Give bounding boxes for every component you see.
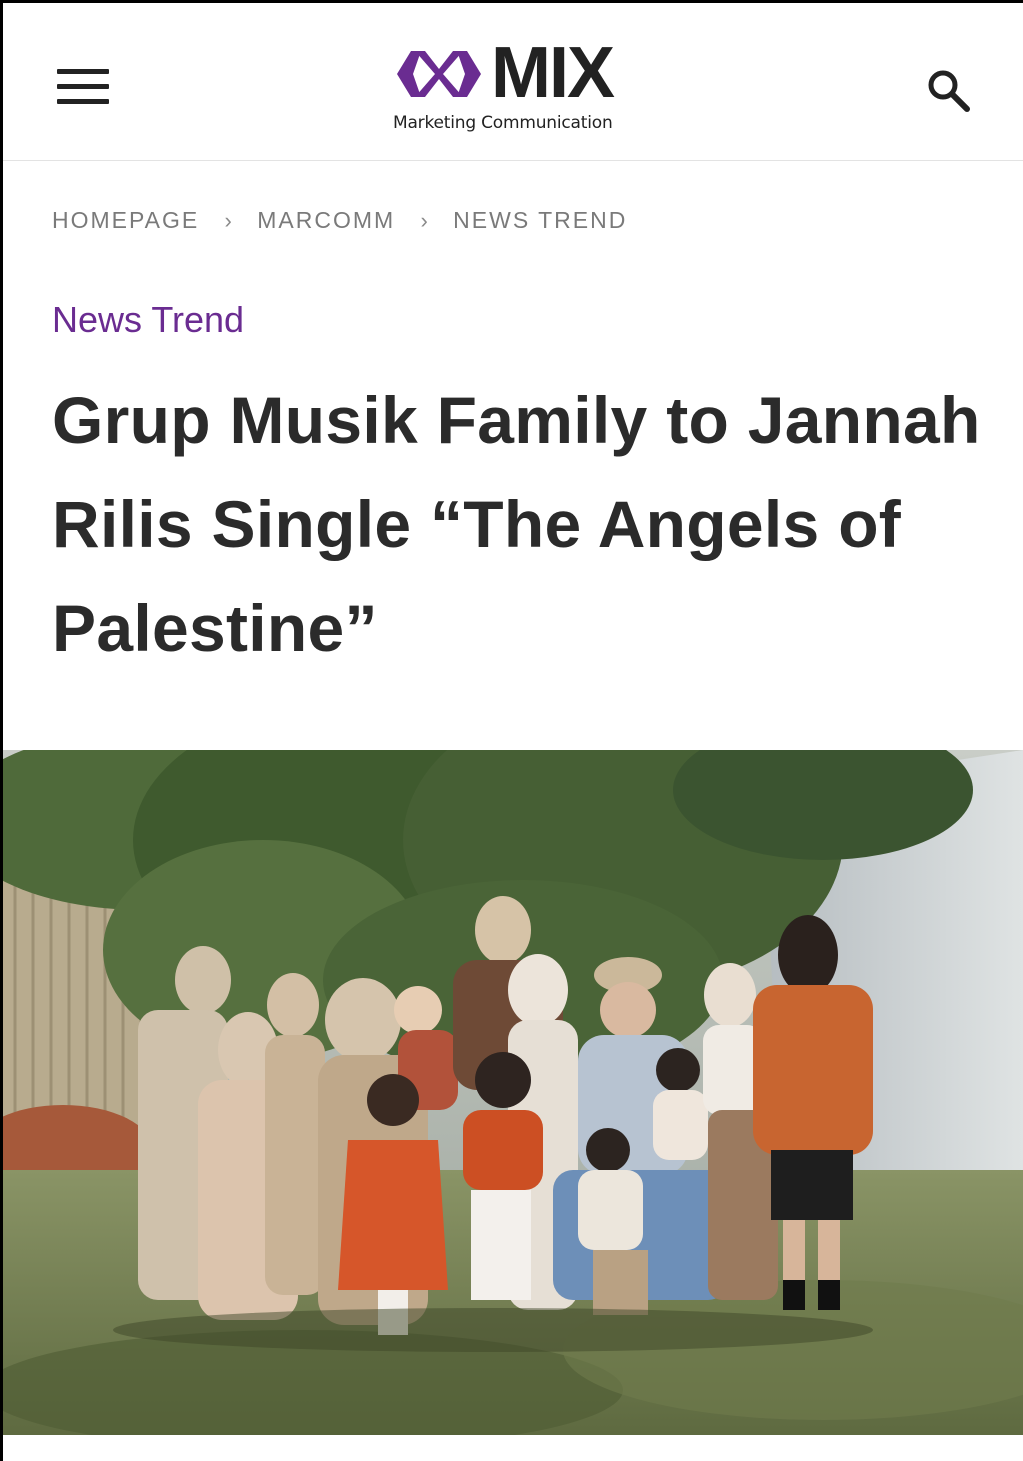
- breadcrumb-homepage[interactable]: HOMEPAGE: [52, 207, 199, 234]
- logo-tagline: Marketing Communication: [393, 113, 613, 133]
- screen-frame: MIX Marketing Communication HOMEPAGE › M…: [0, 0, 1023, 1461]
- breadcrumb-news-trend[interactable]: NEWS TREND: [453, 207, 627, 234]
- family-group-photo: [3, 750, 1023, 1435]
- page-bottom-edge: [3, 1435, 1023, 1461]
- site-logo[interactable]: MIX Marketing Communication: [391, 33, 636, 139]
- logo-wordmark: MIX: [491, 33, 615, 113]
- search-icon[interactable]: [925, 67, 971, 113]
- site-header: MIX Marketing Communication: [3, 3, 1023, 161]
- breadcrumb-marcomm[interactable]: MARCOMM: [257, 207, 395, 234]
- hamburger-menu-icon[interactable]: [57, 69, 109, 107]
- breadcrumb: HOMEPAGE › MARCOMM › NEWS TREND: [52, 207, 627, 234]
- chevron-right-icon: ›: [420, 207, 428, 233]
- article-category-link[interactable]: News Trend: [52, 299, 244, 341]
- article-page: MIX Marketing Communication HOMEPAGE › M…: [3, 3, 1023, 1461]
- article-hero-image: [3, 750, 1023, 1435]
- mix-logo-mark-icon: [397, 51, 481, 97]
- chevron-right-icon: ›: [224, 207, 232, 233]
- article-title: Grup Musik Family to Jannah Rilis Single…: [52, 383, 981, 665]
